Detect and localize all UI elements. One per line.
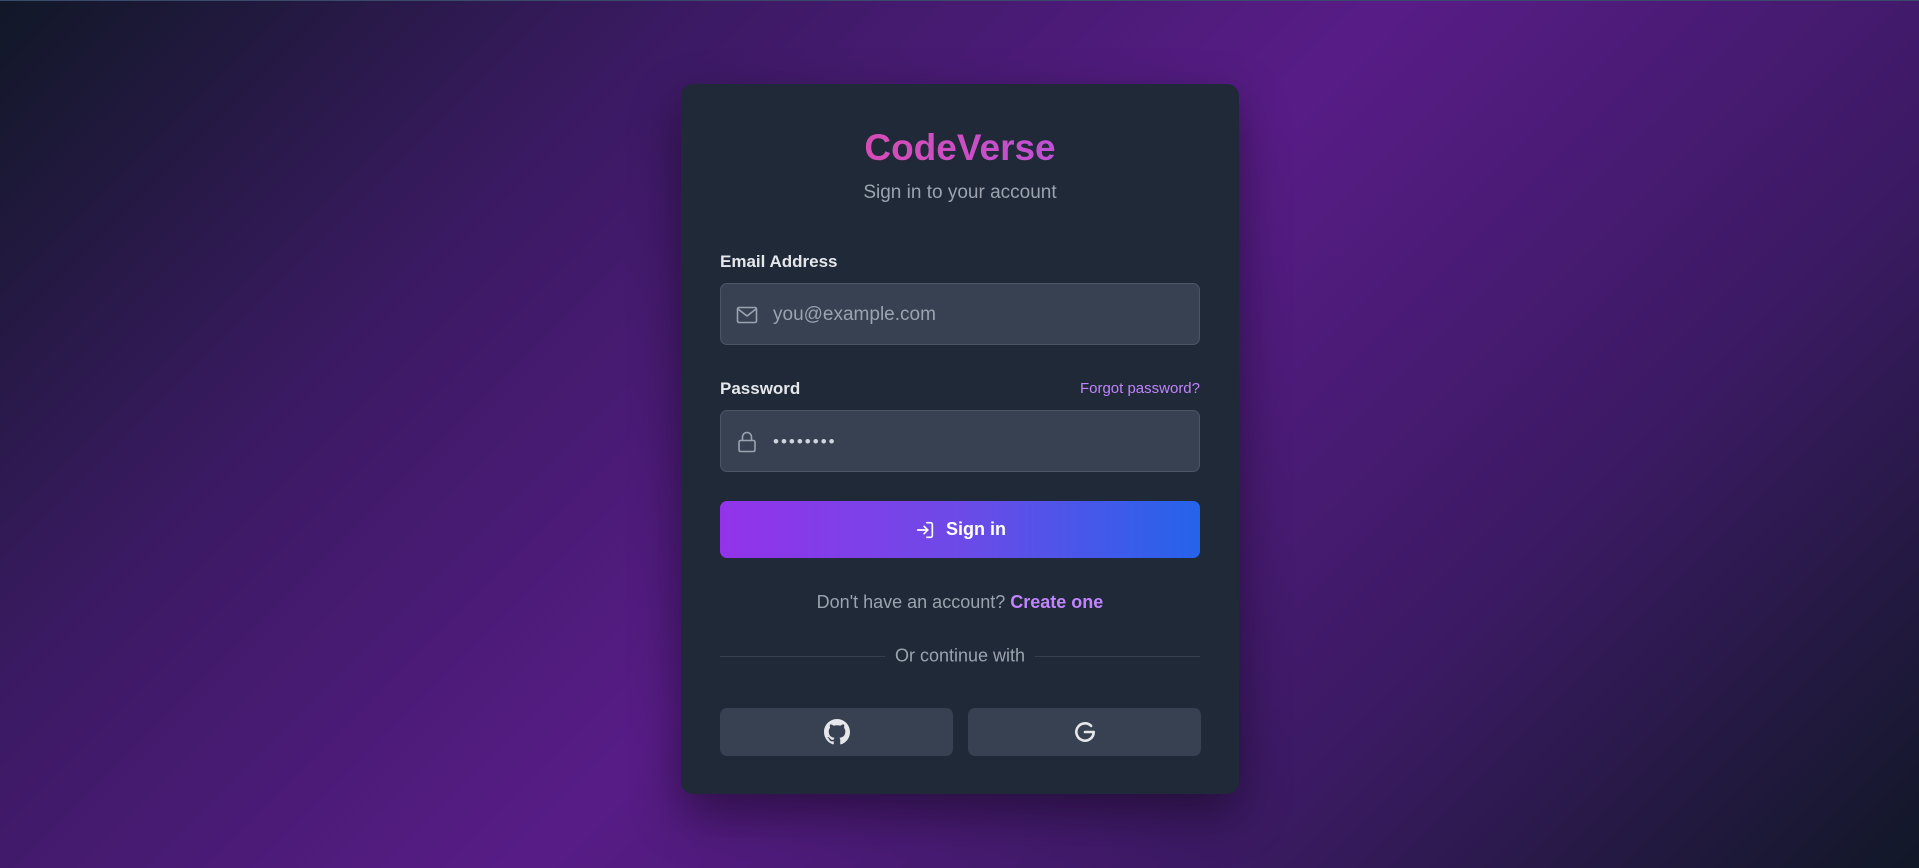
email-label: Email Address bbox=[720, 252, 838, 271]
sign-in-button[interactable]: Sign in bbox=[720, 501, 1200, 558]
top-border-line bbox=[0, 0, 1919, 1]
divider-label: Or continue with bbox=[681, 645, 1239, 667]
google-icon bbox=[1074, 722, 1095, 742]
google-login-button[interactable] bbox=[968, 708, 1201, 756]
page-subtitle: Sign in to your account bbox=[863, 182, 1057, 203]
lock-icon bbox=[738, 431, 756, 453]
forgot-password-link[interactable]: Forgot password? bbox=[1080, 380, 1200, 397]
password-input[interactable] bbox=[771, 411, 1185, 473]
brand-title: CodeVerse bbox=[681, 126, 1239, 170]
password-field[interactable] bbox=[720, 410, 1200, 473]
mail-icon bbox=[736, 306, 758, 324]
email-input[interactable] bbox=[771, 284, 1185, 346]
email-field[interactable] bbox=[720, 283, 1200, 346]
sign-in-label: Sign in bbox=[946, 519, 1006, 539]
login-card: CodeVerse Sign in to your account Email … bbox=[681, 84, 1239, 794]
login-icon bbox=[916, 521, 934, 538]
github-login-button[interactable] bbox=[720, 708, 953, 756]
password-label: Password bbox=[720, 379, 801, 398]
github-icon bbox=[823, 719, 850, 745]
divider-text: Or continue with bbox=[884, 645, 1036, 666]
signup-text: Don't have an account? bbox=[816, 592, 1006, 612]
create-account-link[interactable]: Create one bbox=[1010, 592, 1103, 612]
signup-prompt: Don't have an account? Create one bbox=[681, 592, 1239, 613]
